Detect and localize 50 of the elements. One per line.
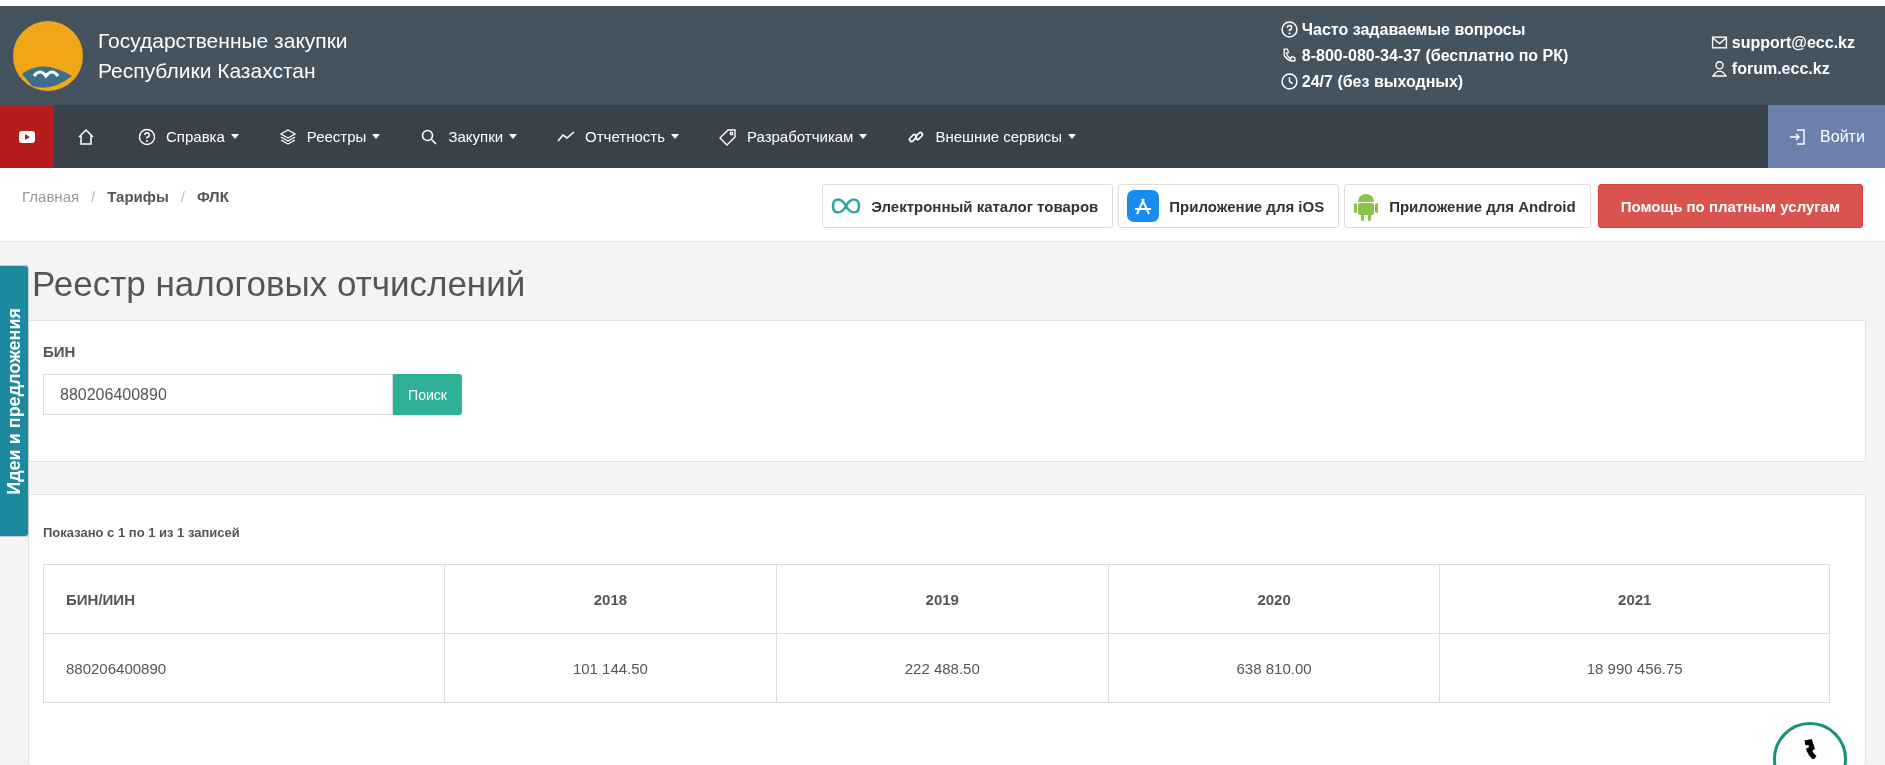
column-header: 2019 [776,564,1109,634]
nav-menu-item[interactable]: Реестры [258,105,401,168]
table-cell: 880206400890 [43,633,445,703]
breadcrumb-separator: / [91,188,96,205]
field-label: БИН [43,343,77,360]
nav-menu-item[interactable]: Отчетность [537,105,699,168]
site-title: Государственные закупки [98,27,348,54]
nav-menu-item[interactable]: Закупки [400,105,538,168]
page-title: Реестр налоговых отчислений [31,263,527,305]
contact-text: 24/7 (без выходных) [1301,71,1464,92]
bin-input-field[interactable]: 880206400890 [43,374,393,415]
login-button[interactable]: Войти [1768,105,1885,168]
nav-menu-item[interactable]: Разработчикам [698,105,888,168]
app-store-icon [1127,190,1160,222]
column-header: БИН/ИИН [43,564,445,634]
breadcrumb-separator: / [180,188,185,205]
question-icon [1280,21,1298,38]
records-info: Показано с 1 по 1 из 1 записей [43,525,241,540]
header-link[interactable]: forum.ecc.kz [1731,55,1830,82]
ios-app-button[interactable]: Приложение для iOS [1118,184,1340,228]
nav-menu-item[interactable]: Справка [118,105,259,168]
column-header: 2018 [444,564,777,634]
site-title: Республики Казахстан [98,57,317,84]
header-link[interactable]: support@ecc.kz [1731,29,1855,56]
paid-services-button[interactable]: Помощь по платным услугам [1597,184,1863,228]
column-header: 2020 [1108,564,1440,634]
search-icon [420,127,439,146]
sign-in-icon [1788,127,1807,146]
table-cell: 18 990 456.75 [1440,633,1830,703]
column-header: 2021 [1440,564,1830,634]
phone-icon [1280,47,1298,64]
table-cell: 101 144.50 [444,633,777,703]
catalog-app-button[interactable]: Электронный каталог товаров [822,184,1114,228]
infinity-icon [831,195,862,217]
nav-menu-item[interactable]: Внешние сервисы [887,105,1097,168]
table-cell: 222 488.50 [776,633,1109,703]
phone-icon [1802,739,1818,759]
mail-icon [1710,34,1728,51]
logo-icon[interactable] [12,19,84,92]
android-app-button[interactable]: Приложение для Android [1344,184,1591,228]
table-cell: 638 810.00 [1108,633,1440,703]
user-icon [1710,60,1728,77]
tag-icon [718,127,737,146]
contact-text: 8-800-080-34-37 (бесплатно по РК) [1301,45,1569,66]
clock-icon [1280,73,1298,90]
faq-link[interactable]: Часто задаваемые вопросы [1301,16,1526,43]
feedback-side-tab[interactable]: Идеи и предложения [0,265,29,537]
video-icon[interactable] [0,105,54,168]
layers-icon [278,127,297,146]
question-icon [138,127,156,146]
